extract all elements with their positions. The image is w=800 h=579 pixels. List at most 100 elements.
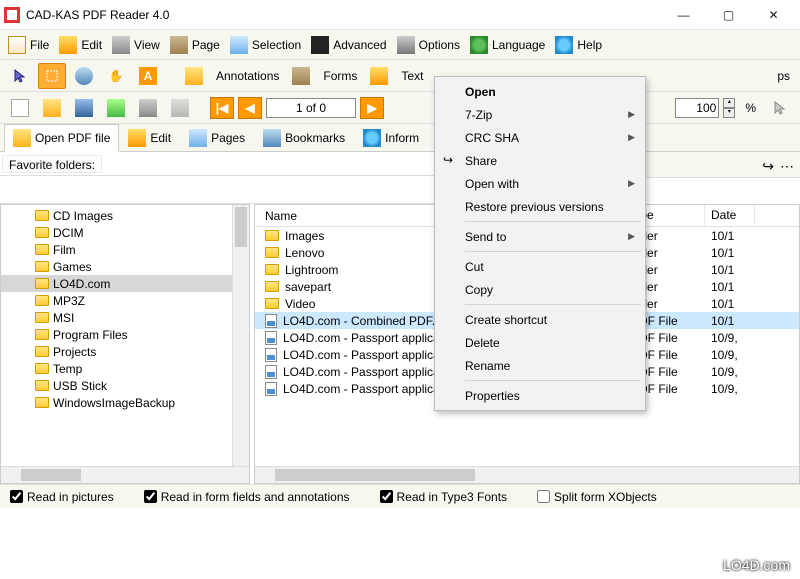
folder-tree[interactable]: CD ImagesDCIMFilm Games LO4D.comMP3ZMSI Pro… (1, 205, 232, 466)
tree-item[interactable]: WindowsImageBackup (1, 394, 232, 411)
ctx-open[interactable]: Open (437, 80, 643, 103)
text-button[interactable] (365, 63, 393, 89)
marquee-button[interactable] (38, 63, 66, 89)
pages-tab-icon (189, 129, 207, 147)
save-button[interactable] (70, 95, 98, 121)
tab-edit[interactable]: Edit (119, 124, 180, 152)
ctx-properties[interactable]: Properties (437, 384, 643, 407)
ctx-send-to[interactable]: Send to▶ (437, 225, 643, 248)
ctx-copy[interactable]: Copy (437, 278, 643, 301)
ctx-7zip[interactable]: 7-Zip▶ (437, 103, 643, 126)
read-type3-check[interactable]: Read in Type3 Fonts (380, 490, 508, 504)
menu-language[interactable]: Language (470, 36, 545, 54)
annotations-button[interactable] (180, 63, 208, 89)
zoom-input[interactable] (675, 98, 719, 118)
col-date[interactable]: Date (705, 205, 755, 226)
tab-open-pdf[interactable]: Open PDF file (4, 124, 119, 152)
tool-toolbar: ✋ A Annotations Forms Text ps (0, 60, 800, 92)
maximize-button[interactable]: ▢ (706, 1, 751, 29)
first-page-button[interactable]: |◀ (210, 97, 234, 119)
share-icon[interactable]: ↪ (762, 158, 774, 175)
ctx-open-with[interactable]: Open with▶ (437, 172, 643, 195)
ctx-create-shortcut[interactable]: Create shortcut (437, 308, 643, 331)
ctx-crc-sha[interactable]: CRC SHA▶ (437, 126, 643, 149)
tree-item[interactable]: DCIM (1, 224, 232, 241)
tree-item[interactable]: Projects (1, 343, 232, 360)
prev-page-button[interactable]: ◀ (238, 97, 262, 119)
tree-item-label: Program Files (53, 328, 128, 342)
text-tool-button[interactable]: A (134, 63, 162, 89)
chevron-right-icon: ▶ (628, 231, 635, 242)
ctx-share[interactable]: ↪Share (437, 149, 643, 172)
menu-page[interactable]: Page (170, 36, 220, 54)
tree-vscroll[interactable] (232, 205, 249, 466)
ctx-separator (465, 380, 641, 381)
hand-button[interactable]: ✋ (102, 63, 130, 89)
pdf-icon (265, 331, 277, 345)
new-doc-button[interactable] (6, 95, 34, 121)
tree-item[interactable]: LO4D.com (1, 275, 232, 292)
menu-bar: File Edit View Page Selection Advanced O… (0, 30, 800, 60)
file-date: 10/9, (705, 382, 755, 396)
file-date: 10/1 (705, 280, 755, 294)
file-date: 10/1 (705, 314, 755, 328)
menu-file[interactable]: File (8, 36, 49, 54)
tree-item-label: LO4D.com (53, 277, 110, 291)
menu-options[interactable]: Options (397, 36, 460, 54)
ctx-restore[interactable]: Restore previous versions (437, 195, 643, 218)
menu-advanced[interactable]: Advanced (311, 36, 386, 54)
read-forms-check[interactable]: Read in form fields and annotations (144, 490, 350, 504)
open-tab-icon (13, 129, 31, 147)
new-icon (11, 99, 29, 117)
read-pictures-check[interactable]: Read in pictures (10, 490, 114, 504)
folder-icon (35, 227, 49, 238)
tab-information[interactable]: Inform (354, 124, 428, 152)
tree-item[interactable]: MP3Z (1, 292, 232, 309)
folder-icon (35, 312, 49, 323)
file-date: 10/1 (705, 263, 755, 277)
tab-bookmarks[interactable]: Bookmarks (254, 124, 354, 152)
context-menu: Open 7-Zip▶ CRC SHA▶ ↪Share Open with▶ R… (434, 76, 646, 411)
save-green-button[interactable] (102, 95, 130, 121)
util-bar: ↪ ⋯ (640, 152, 800, 178)
menu-edit[interactable]: Edit (59, 36, 102, 54)
tree-item[interactable]: Temp (1, 360, 232, 377)
ctx-delete[interactable]: Delete (437, 331, 643, 354)
close-button[interactable]: ✕ (751, 1, 796, 29)
next-page-button[interactable]: ▶ (360, 97, 384, 119)
menu-view[interactable]: View (112, 36, 160, 54)
folder-icon (35, 397, 49, 408)
folder-icon (265, 264, 279, 275)
tree-item[interactable]: Program Files (1, 326, 232, 343)
print-button[interactable] (134, 95, 162, 121)
split-xobjects-check[interactable]: Split form XObjects (537, 490, 657, 504)
cursor-tool-button[interactable] (766, 95, 794, 121)
tree-item-label: Games (53, 260, 92, 274)
open-doc-button[interactable] (38, 95, 66, 121)
pointer-button[interactable] (6, 63, 34, 89)
tree-item[interactable]: Games (1, 258, 232, 275)
zoom-button[interactable] (70, 63, 98, 89)
tree-item[interactable]: CD Images (1, 207, 232, 224)
minimize-button[interactable]: — (661, 1, 706, 29)
menu-help[interactable]: Help (555, 36, 602, 54)
ctx-cut[interactable]: Cut (437, 255, 643, 278)
folder-icon (35, 380, 49, 391)
more-icon[interactable]: ⋯ (780, 158, 794, 175)
tree-item[interactable]: Film (1, 241, 232, 258)
tab-pages[interactable]: Pages (180, 124, 254, 152)
zoom-pct-label: % (745, 101, 756, 115)
forms-button[interactable] (287, 63, 315, 89)
scan-button[interactable] (166, 95, 194, 121)
language-icon (470, 36, 488, 54)
menu-selection[interactable]: Selection (230, 36, 301, 54)
tree-hscroll[interactable] (1, 466, 249, 483)
tree-item[interactable]: USB Stick (1, 377, 232, 394)
page-number-input[interactable] (266, 98, 356, 118)
list-hscroll[interactable] (255, 466, 799, 483)
zoom-spinner[interactable]: ▴▾ (723, 98, 735, 118)
ctx-rename[interactable]: Rename (437, 354, 643, 377)
footer-bar: Read in pictures Read in form fields and… (0, 484, 800, 508)
tree-item[interactable]: MSI (1, 309, 232, 326)
ctx-separator (465, 304, 641, 305)
